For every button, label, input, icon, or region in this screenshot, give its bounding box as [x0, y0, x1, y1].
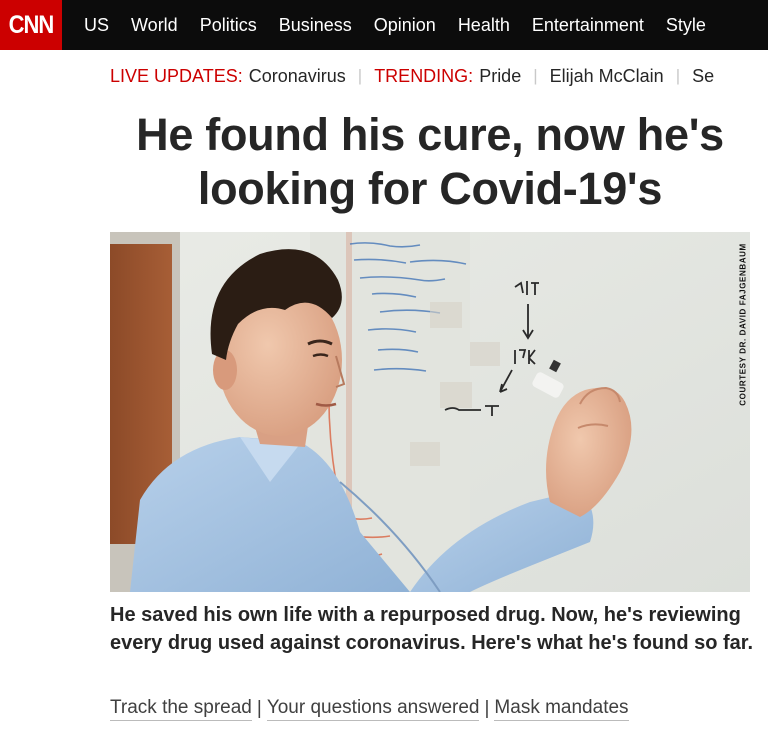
top-nav: CNN US World Politics Business Opinion H…: [0, 0, 768, 50]
related-link-mask-mandates[interactable]: Mask mandates: [494, 697, 629, 721]
related-links: Track the spread | Your questions answer…: [110, 697, 629, 721]
nav-item-world[interactable]: World: [131, 0, 178, 50]
trending-bar: LIVE UPDATES: Coronavirus | TRENDING: Pr…: [0, 58, 768, 94]
nav-item-politics[interactable]: Politics: [200, 0, 257, 50]
headline-link[interactable]: He found his cure, now he's looking for …: [100, 108, 760, 216]
nav-item-us[interactable]: US: [84, 0, 109, 50]
story-caption-link[interactable]: He saved his own life with a repurposed …: [110, 601, 760, 657]
live-updates-link[interactable]: Coronavirus: [249, 66, 346, 87]
photo-credit: COURTESY DR. DAVID FAJGENBAUM: [737, 232, 749, 417]
trending-label: TRENDING:: [374, 65, 474, 86]
nav-items: US World Politics Business Opinion Healt…: [62, 0, 728, 50]
photo-credit-text: COURTESY DR. DAVID FAJGENBAUM: [738, 243, 748, 406]
nav-item-opinion[interactable]: Opinion: [374, 0, 436, 50]
cnn-logo[interactable]: CNN: [0, 0, 62, 50]
logo-text: CNN: [8, 10, 55, 39]
nav-item-entertainment[interactable]: Entertainment: [532, 0, 644, 50]
related-link-track-spread[interactable]: Track the spread: [110, 697, 252, 721]
trending-item-truncated[interactable]: Se: [692, 66, 714, 87]
hero-photo-illustration: [110, 232, 750, 592]
trending-item-pride[interactable]: Pride: [479, 66, 521, 87]
nav-item-style[interactable]: Style: [666, 0, 706, 50]
related-link-questions-answered[interactable]: Your questions answered: [266, 697, 480, 721]
separator: |: [675, 66, 681, 85]
separator: |: [357, 66, 363, 85]
separator: |: [484, 698, 490, 719]
nav-item-business[interactable]: Business: [279, 0, 352, 50]
nav-item-health[interactable]: Health: [458, 0, 510, 50]
separator: |: [256, 698, 262, 719]
separator: |: [533, 66, 538, 85]
live-updates-label: LIVE UPDATES:: [110, 65, 243, 86]
hero-photo[interactable]: COURTESY DR. DAVID FAJGENBAUM: [110, 232, 750, 592]
trending-item-elijah-mcclain[interactable]: Elijah McClain: [550, 66, 664, 87]
